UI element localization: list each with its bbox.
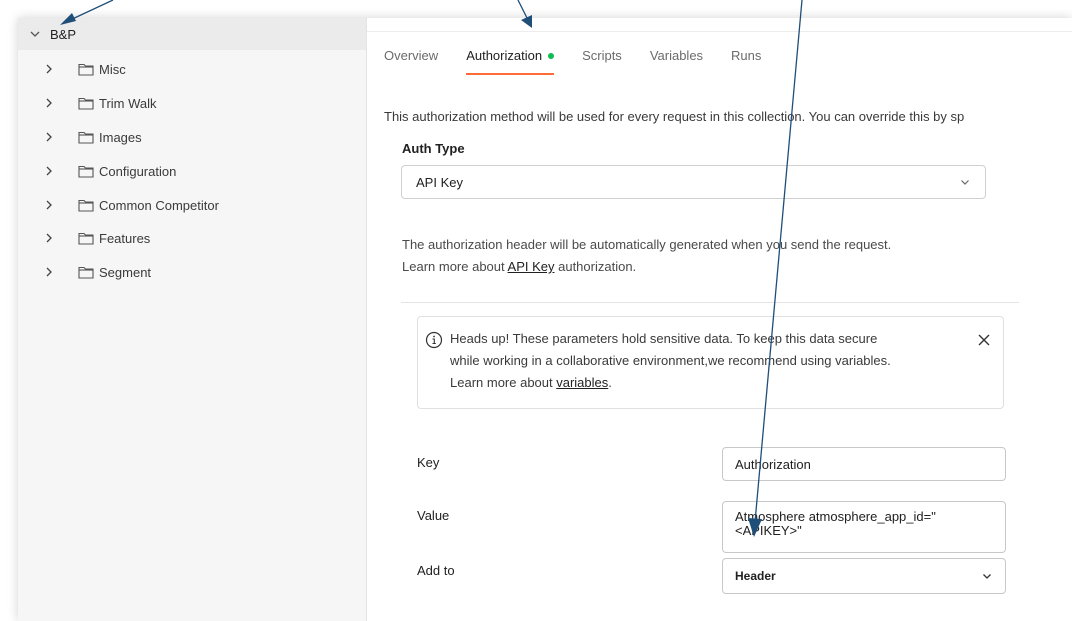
tab-variables[interactable]: Variables xyxy=(650,48,703,76)
info-icon xyxy=(425,331,443,349)
chevron-right-icon[interactable] xyxy=(43,165,55,177)
tab-label: Overview xyxy=(384,48,439,63)
callout-message: Heads up! These parameters hold sensitiv… xyxy=(450,328,970,394)
folder-icon xyxy=(78,131,94,144)
chevron-down-icon[interactable] xyxy=(28,27,42,41)
collection-root[interactable]: B&P xyxy=(18,18,366,50)
auth-description: This authorization method will be used f… xyxy=(384,109,965,124)
folder-label: Features xyxy=(99,230,151,246)
collection-name: B&P xyxy=(50,26,77,42)
active-tab-indicator xyxy=(466,73,555,75)
collection-tabs: Overview Authorization Scripts Variables… xyxy=(384,48,789,76)
value-input-line: <APIKEY>" xyxy=(735,523,802,538)
chevron-right-icon[interactable] xyxy=(43,97,55,109)
value-input-line: Atmosphere atmosphere_app_id=" xyxy=(735,509,936,524)
folder-item-segment[interactable]: Segment xyxy=(18,258,366,286)
callout-line: while working in a collaborative environ… xyxy=(450,353,891,368)
chevron-right-icon[interactable] xyxy=(43,232,55,244)
folder-item-misc[interactable]: Misc xyxy=(18,55,366,83)
value-label: Value xyxy=(417,508,450,523)
tab-label: Authorization xyxy=(466,48,543,63)
section-divider xyxy=(401,302,1019,303)
folder-icon xyxy=(78,266,94,279)
add-to-value: Header xyxy=(735,569,776,583)
tab-runs[interactable]: Runs xyxy=(731,48,761,76)
postman-window: B&P Misc Trim Walk Images Configuration … xyxy=(18,18,1072,621)
folder-icon xyxy=(78,97,94,110)
learn-more-suffix: authorization. xyxy=(554,259,637,274)
chevron-right-icon[interactable] xyxy=(43,131,55,143)
key-input-value: Authorization xyxy=(735,456,811,472)
sensitive-data-callout: Heads up! These parameters hold sensitiv… xyxy=(417,316,1004,409)
folder-label: Common Competitor xyxy=(99,197,219,213)
tab-label: Variables xyxy=(649,48,704,63)
chevron-right-icon[interactable] xyxy=(43,199,55,211)
tab-label: Scripts xyxy=(582,48,622,63)
auth-info-line: The authorization header will be automat… xyxy=(402,237,892,252)
folder-item-trim-walk[interactable]: Trim Walk xyxy=(18,89,366,117)
folder-icon xyxy=(78,165,94,178)
variables-link[interactable]: variables xyxy=(556,375,608,390)
chevron-right-icon[interactable] xyxy=(43,266,55,278)
status-dot xyxy=(548,53,555,59)
folder-icon xyxy=(78,199,94,212)
folder-icon xyxy=(78,63,94,76)
folder-item-features[interactable]: Features xyxy=(18,224,366,252)
tab-scripts[interactable]: Scripts xyxy=(582,48,622,76)
collection-settings-panel: Overview Authorization Scripts Variables… xyxy=(367,18,1072,621)
chevron-down-icon xyxy=(983,574,991,579)
add-to-label: Add to xyxy=(417,563,455,578)
header-divider xyxy=(367,31,1072,32)
auth-type-select[interactable]: API Key xyxy=(401,165,986,199)
folder-item-common-competitor[interactable]: Common Competitor xyxy=(18,191,366,219)
auth-type-value: API Key xyxy=(416,174,463,190)
callout-learn-more: Learn more about variables. xyxy=(450,372,970,394)
folder-item-configuration[interactable]: Configuration xyxy=(18,157,366,185)
learn-more-prefix: Learn more about xyxy=(450,375,557,390)
auth-learn-more: Learn more about API Key authorization. xyxy=(402,256,891,278)
api-key-link[interactable]: API Key xyxy=(508,259,555,274)
learn-more-suffix: . xyxy=(608,375,612,390)
learn-more-prefix: Learn more about xyxy=(402,259,508,274)
value-input[interactable]: Atmosphere atmosphere_app_id=" <APIKEY>" xyxy=(722,501,1006,553)
key-input[interactable]: Authorization xyxy=(722,447,1006,481)
folder-icon xyxy=(78,232,94,245)
chevron-down-icon xyxy=(961,180,969,185)
folder-label: Images xyxy=(99,129,142,145)
tab-label: Runs xyxy=(731,48,762,63)
auth-info: The authorization header will be automat… xyxy=(402,234,891,278)
key-label: Key xyxy=(417,455,440,470)
folder-item-images[interactable]: Images xyxy=(18,123,366,151)
callout-line: Heads up! These parameters hold sensitiv… xyxy=(450,331,878,346)
tab-authorization[interactable]: Authorization xyxy=(466,48,555,76)
folder-label: Configuration xyxy=(99,163,177,179)
collection-sidebar: B&P Misc Trim Walk Images Configuration … xyxy=(18,18,367,621)
auth-type-label: Auth Type xyxy=(402,141,465,156)
chevron-right-icon[interactable] xyxy=(43,63,55,75)
close-icon[interactable] xyxy=(977,333,991,347)
folder-label: Misc xyxy=(99,61,126,77)
add-to-select[interactable]: Header xyxy=(722,558,1006,594)
folder-label: Trim Walk xyxy=(99,95,157,111)
folder-label: Segment xyxy=(99,264,152,280)
tab-overview[interactable]: Overview xyxy=(384,48,438,76)
